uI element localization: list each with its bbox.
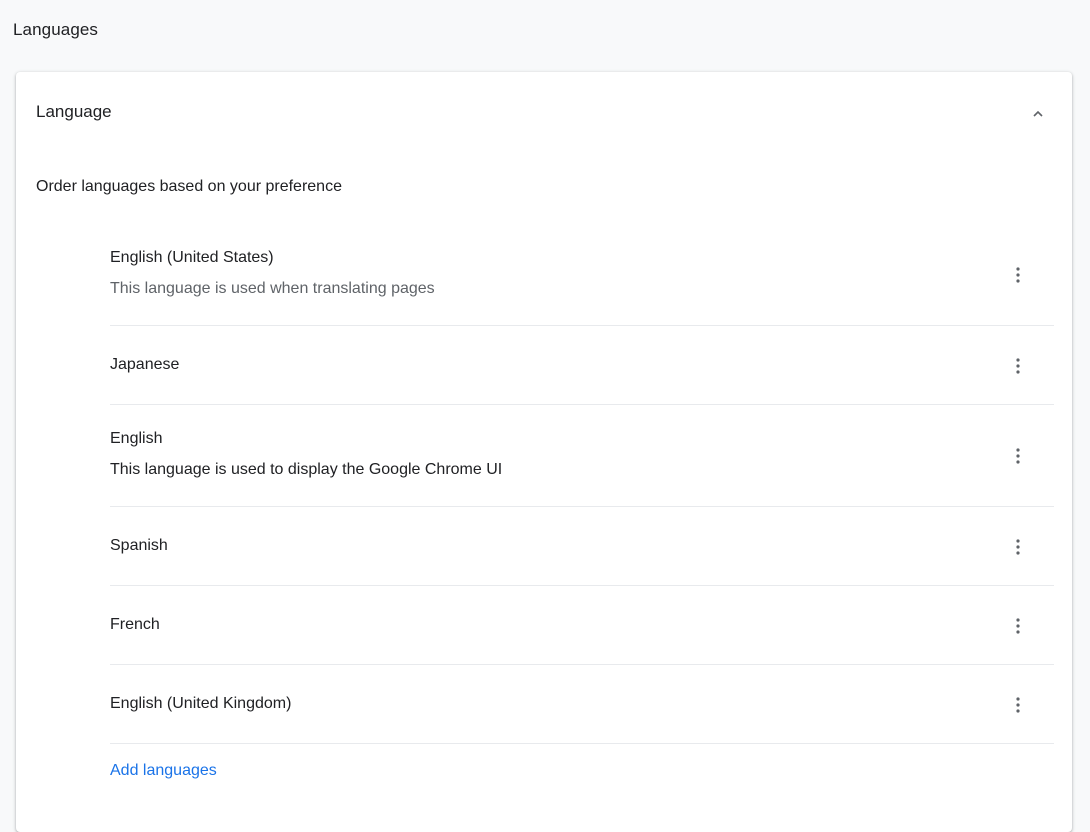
language-name: French <box>110 616 160 633</box>
language-description: This language is used to display the Goo… <box>110 461 503 478</box>
language-card-title: Language <box>36 102 112 121</box>
language-row-english-uk: English (United Kingdom) <box>110 665 1054 744</box>
language-row-english: English This language is used to display… <box>110 405 1054 507</box>
more-vert-icon[interactable] <box>1006 614 1030 638</box>
chevron-up-icon[interactable] <box>1028 104 1048 124</box>
language-description: This language is used when translating p… <box>110 280 435 297</box>
more-vert-icon[interactable] <box>1006 263 1030 287</box>
language-row-english-us: English (United States) This language is… <box>110 224 1054 326</box>
language-name: Spanish <box>110 537 168 554</box>
language-name: English <box>110 430 163 447</box>
more-vert-icon[interactable] <box>1006 444 1030 468</box>
language-name: English (United Kingdom) <box>110 695 292 712</box>
language-list: English (United States) This language is… <box>110 224 1054 744</box>
language-card: Language Order languages based on your p… <box>16 72 1072 832</box>
language-name: English (United States) <box>110 249 274 266</box>
more-vert-icon[interactable] <box>1006 354 1030 378</box>
language-row-french: French <box>110 586 1054 665</box>
more-vert-icon[interactable] <box>1006 693 1030 717</box>
more-vert-icon[interactable] <box>1006 535 1030 559</box>
add-languages-link[interactable]: Add languages <box>110 762 217 780</box>
order-languages-instruction: Order languages based on your preference <box>36 178 342 195</box>
language-row-spanish: Spanish <box>110 507 1054 586</box>
language-row-japanese: Japanese <box>110 326 1054 405</box>
language-expand-header[interactable]: Language <box>16 72 1072 152</box>
languages-section-title: Languages <box>13 20 99 39</box>
language-name: Japanese <box>110 356 180 373</box>
